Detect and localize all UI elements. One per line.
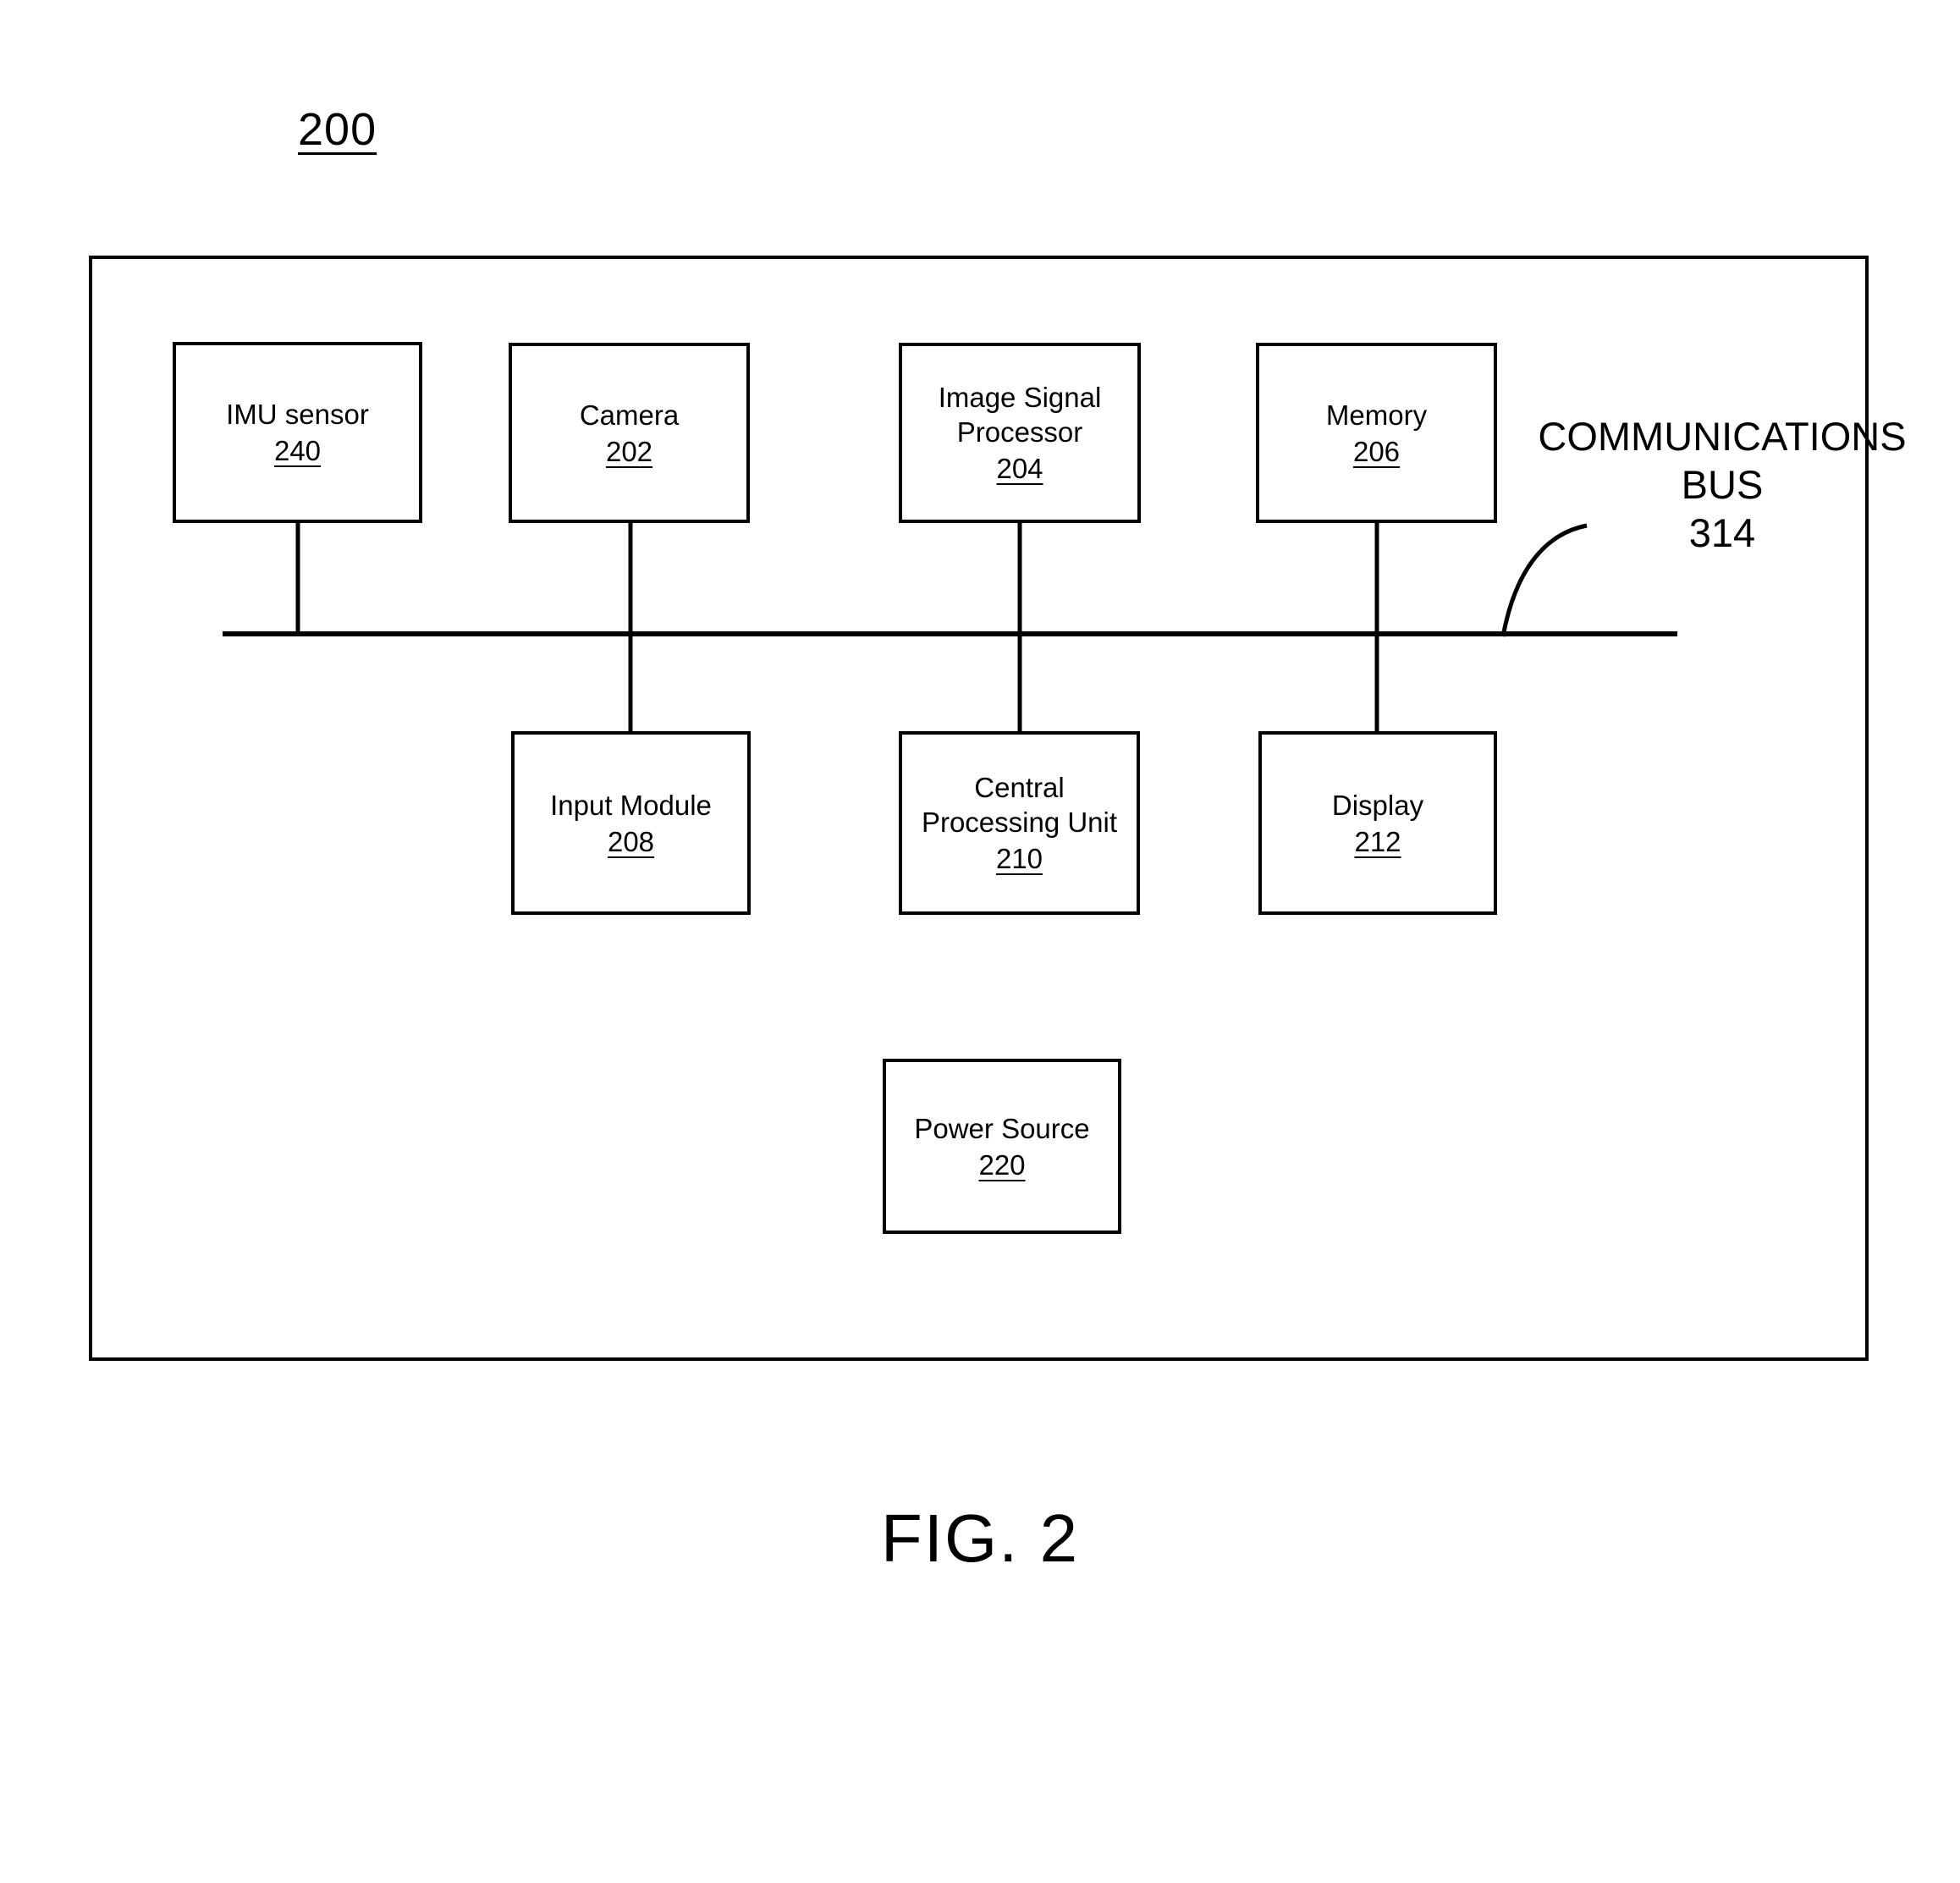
component-box-imu-sensor: IMU sensor 240 xyxy=(173,342,422,523)
component-label-memory: Memory xyxy=(1325,399,1428,431)
component-box-power-source: Power Source 220 xyxy=(883,1059,1121,1234)
component-label-camera: Camera xyxy=(579,399,680,431)
component-box-image-signal-processor: Image Signal Processor 204 xyxy=(899,343,1141,523)
communications-bus-caption: COMMUNICATIONS BUS 314 xyxy=(1523,412,1921,557)
component-reference-image-signal-processor: 204 xyxy=(996,453,1043,484)
component-box-central-processing-unit: Central Processing Unit 210 xyxy=(899,731,1140,915)
component-box-camera: Camera 202 xyxy=(509,343,750,523)
figure-caption: FIG. 2 xyxy=(880,1500,1080,1576)
component-reference-imu-sensor: 240 xyxy=(273,435,322,466)
bus-reference-number: 314 xyxy=(1688,510,1756,555)
component-label-image-signal-processor: Image Signal Processor xyxy=(938,382,1102,448)
component-reference-input-module: 208 xyxy=(607,825,655,857)
bus-label-line-2: BUS xyxy=(1681,462,1764,507)
component-reference-central-processing-unit: 210 xyxy=(995,843,1043,874)
component-label-display: Display xyxy=(1331,789,1424,821)
component-reference-memory: 206 xyxy=(1352,435,1401,467)
component-label-input-module: Input Module xyxy=(550,789,712,821)
component-box-input-module: Input Module 208 xyxy=(511,731,751,915)
component-label-power-source: Power Source xyxy=(914,1112,1090,1144)
component-reference-camera: 202 xyxy=(605,435,653,467)
component-box-memory: Memory 206 xyxy=(1256,343,1497,523)
patent-figure: 200 COMMUNICATIONS BUS 314 IMU sensor 240… xyxy=(0,0,1960,1883)
component-reference-display: 212 xyxy=(1354,825,1401,857)
component-reference-power-source: 220 xyxy=(978,1148,1026,1181)
bus-label-line-1: COMMUNICATIONS xyxy=(1538,414,1907,459)
component-label-central-processing-unit: Central Processing Unit xyxy=(921,772,1118,838)
figure-reference-number: 200 xyxy=(298,104,377,155)
component-box-display: Display 212 xyxy=(1258,731,1497,915)
component-label-imu-sensor: IMU sensor xyxy=(226,399,369,430)
